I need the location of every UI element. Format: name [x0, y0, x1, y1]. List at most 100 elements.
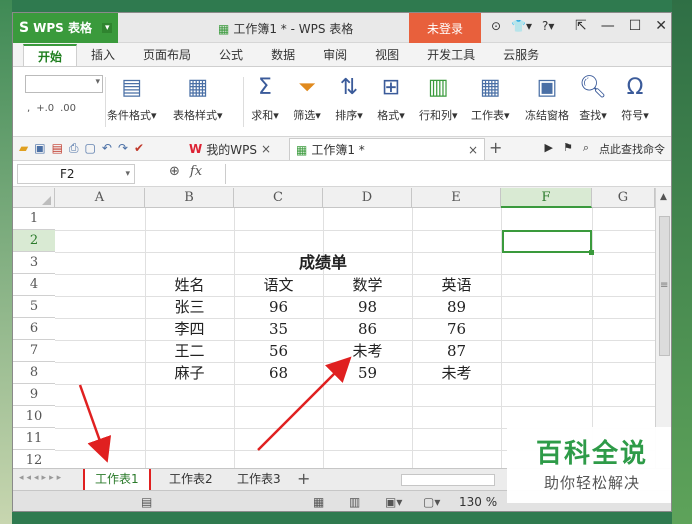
select-all-corner[interactable]	[13, 188, 55, 208]
new-tab-button[interactable]: +	[489, 138, 502, 157]
header-cell-name[interactable]: 姓名	[145, 274, 234, 296]
data-cell[interactable]: 56	[234, 340, 323, 362]
data-cell[interactable]: 96	[234, 296, 323, 318]
flag-icon[interactable]: ⚑	[563, 141, 573, 157]
close-tab-icon[interactable]: ×	[468, 143, 478, 157]
column-header-f[interactable]: F	[501, 188, 592, 208]
page-break-view-icon[interactable]: ▣▾	[385, 495, 402, 509]
data-cell[interactable]: 98	[323, 296, 412, 318]
dock-icon[interactable]: ▶	[544, 141, 552, 157]
print-preview-icon[interactable]: ▢	[85, 141, 96, 156]
app-menu-button[interactable]: S WPS 表格 ▾	[13, 13, 119, 43]
sheet-nav-arrows-icon[interactable]: ◂◂◂▸▸▸	[19, 473, 64, 483]
data-cell[interactable]: 王二	[145, 340, 234, 362]
app-dropdown-icon[interactable]: ▾	[101, 22, 113, 33]
skin-icon[interactable]: ⊙	[491, 19, 501, 33]
rows-columns-button[interactable]: ▥ 行和列▾	[419, 73, 458, 123]
data-cell[interactable]: 未考	[412, 362, 501, 384]
filter-button[interactable]: ⏷ 筛选▾	[293, 73, 321, 123]
undo-icon[interactable]: ↶	[102, 141, 112, 156]
tab-view[interactable]: 视图	[361, 44, 413, 66]
table-style-button[interactable]: ▦ 表格样式▾	[173, 73, 223, 123]
sort-button[interactable]: ⇅ 排序▾	[335, 73, 363, 123]
tab-page-layout[interactable]: 页面布局	[129, 44, 205, 66]
worksheet-button[interactable]: ▦ 工作表▾	[471, 73, 510, 123]
tab-my-wps[interactable]: W 我的WPS ×	[183, 138, 277, 160]
close-icon[interactable]: ✕	[655, 18, 667, 34]
tab-formulas[interactable]: 公式	[205, 44, 257, 66]
sum-button[interactable]: Σ 求和▾	[251, 73, 279, 123]
comma-style-icon[interactable]: ,	[27, 103, 30, 114]
data-cell[interactable]: 76	[412, 318, 501, 340]
open-folder-icon[interactable]: ▰	[19, 141, 28, 156]
row-header-11[interactable]: 11	[13, 428, 55, 450]
conditional-format-button[interactable]: ▤ 条件格式▾	[107, 73, 157, 123]
insert-function-button[interactable]: fx	[190, 164, 202, 179]
horizontal-scrollbar[interactable]	[401, 474, 495, 486]
name-box[interactable]: F2 ▾	[17, 164, 135, 184]
login-button[interactable]: 未登录	[409, 13, 481, 43]
selected-cell-f2[interactable]	[502, 230, 594, 255]
data-cell[interactable]: 86	[323, 318, 412, 340]
sheet-tab-3[interactable]: 工作表3	[227, 469, 291, 490]
close-tab-icon[interactable]: ×	[261, 142, 271, 156]
row-header-6[interactable]: 6	[13, 318, 55, 340]
shirt-icon[interactable]: 👕▾	[511, 19, 532, 33]
find-button[interactable]: 🔍︎ 查找▾	[579, 73, 607, 123]
format-button[interactable]: ⊞ 格式▾	[377, 73, 405, 123]
tab-review[interactable]: 审阅	[309, 44, 361, 66]
data-cell[interactable]: 张三	[145, 296, 234, 318]
data-cell[interactable]: 35	[234, 318, 323, 340]
tab-home[interactable]: 开始	[23, 44, 78, 66]
redo-icon[interactable]: ↷	[118, 141, 128, 156]
save-icon[interactable]: ▣	[34, 141, 45, 156]
row-header-5[interactable]: 5	[13, 296, 55, 318]
column-header-a[interactable]: A	[55, 188, 145, 208]
symbol-button[interactable]: Ω 符号▾	[621, 73, 649, 123]
vertical-scrollbar[interactable]: ▲ ≡	[655, 188, 671, 468]
normal-view-icon[interactable]: ▦	[313, 495, 324, 509]
maximize-icon[interactable]: ☐	[629, 18, 642, 34]
data-cell[interactable]: 李四	[145, 318, 234, 340]
decrease-decimal-icon[interactable]: .00	[60, 103, 76, 114]
increase-decimal-icon[interactable]: +.0	[36, 103, 54, 114]
column-header-d[interactable]: D	[323, 188, 412, 208]
header-cell-math[interactable]: 数学	[323, 274, 412, 296]
data-cell[interactable]: 87	[412, 340, 501, 362]
zoom-level[interactable]: 130 %	[459, 495, 497, 509]
column-header-g[interactable]: G	[592, 188, 655, 208]
scroll-up-icon[interactable]: ▲	[660, 192, 667, 202]
row-header-3[interactable]: 3	[13, 252, 55, 274]
column-header-b[interactable]: B	[145, 188, 234, 208]
data-cell[interactable]: 59	[323, 362, 412, 384]
tab-data[interactable]: 数据	[257, 44, 309, 66]
font-size-dropdown[interactable]	[25, 75, 103, 93]
sheet-tab-2[interactable]: 工作表2	[159, 469, 223, 490]
page-layout-view-icon[interactable]: ▥	[349, 495, 360, 509]
tab-developer[interactable]: 开发工具	[413, 44, 489, 66]
data-cell[interactable]: 89	[412, 296, 501, 318]
data-cell[interactable]: 未考	[323, 340, 412, 362]
macro-record-icon[interactable]: ▤	[141, 495, 152, 509]
row-header-10[interactable]: 10	[13, 406, 55, 428]
tab-cloud[interactable]: 云服务	[489, 44, 553, 66]
column-header-c[interactable]: C	[234, 188, 323, 208]
tab-insert[interactable]: 插入	[77, 44, 129, 66]
sheet-tab-1[interactable]: 工作表1	[83, 469, 151, 492]
row-header-1[interactable]: 1	[13, 208, 55, 230]
export-pdf-icon[interactable]: ▤	[52, 141, 63, 156]
row-header-2[interactable]: 2	[13, 230, 55, 252]
row-header-8[interactable]: 8	[13, 362, 55, 384]
customize-icon[interactable]: ✔	[134, 141, 144, 156]
chevron-down-icon[interactable]: ▾	[125, 165, 130, 183]
help-icon[interactable]: ?▾	[542, 19, 554, 33]
sheet-title-cell[interactable]: 成绩单	[234, 252, 412, 274]
add-sheet-button[interactable]: +	[297, 469, 310, 488]
data-cell[interactable]: 68	[234, 362, 323, 384]
data-cell[interactable]: 麻子	[145, 362, 234, 384]
search-icon[interactable]: ⌕	[583, 141, 589, 157]
formula-input[interactable]	[225, 164, 667, 184]
row-header-4[interactable]: 4	[13, 274, 55, 296]
split-handle-icon[interactable]: ≡	[660, 280, 668, 291]
column-header-e[interactable]: E	[412, 188, 501, 208]
